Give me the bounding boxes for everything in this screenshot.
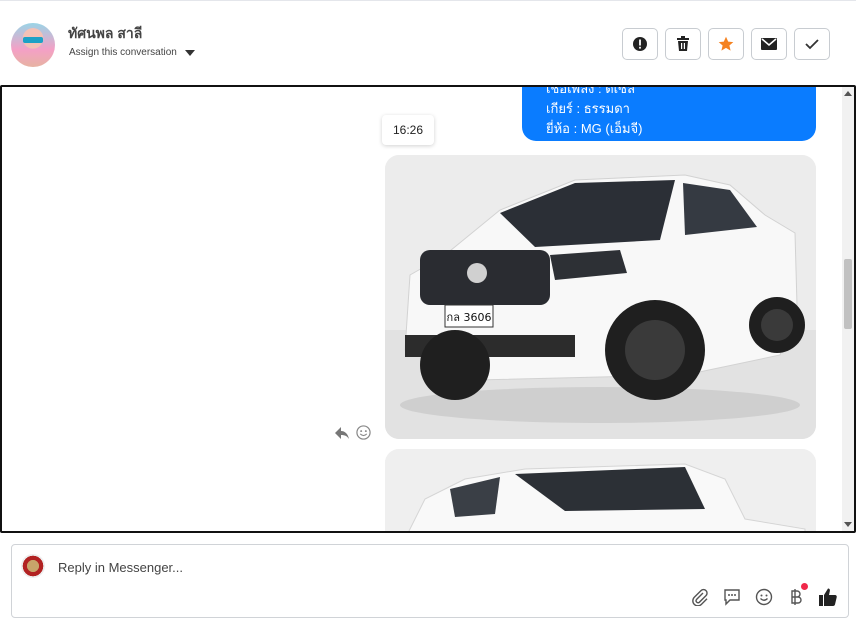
scroll-up-arrow-icon[interactable] — [844, 91, 852, 96]
done-button[interactable] — [794, 28, 830, 60]
mark-unread-button[interactable] — [751, 28, 787, 60]
pickup-truck-image: กล 3606 — [385, 155, 816, 439]
message-line: เชื้อเพลิง : ดีเซล — [546, 85, 635, 96]
contact-name[interactable]: ทัศนพล สาลี — [68, 23, 142, 45]
assign-conversation-dropdown[interactable]: Assign this conversation — [69, 47, 195, 58]
star-icon — [718, 36, 734, 51]
assign-label: Assign this conversation — [69, 47, 177, 58]
emoji-button[interactable] — [754, 587, 774, 607]
reply-input[interactable] — [56, 555, 660, 579]
saved-reply-icon — [724, 589, 740, 606]
thumbs-up-icon — [819, 588, 837, 606]
message-actions — [334, 425, 371, 440]
scroll-down-arrow-icon[interactable] — [844, 522, 852, 527]
car-photo-attachment[interactable] — [385, 449, 816, 531]
message-thread[interactable]: เชื้อเพลิง : ดีเซล เกียร์ : ธรรมดา ยี่ห้… — [0, 85, 856, 533]
notification-dot — [801, 583, 808, 590]
attach-button[interactable] — [690, 587, 710, 607]
caret-down-icon — [184, 49, 195, 56]
contact-avatar[interactable] — [11, 23, 55, 67]
outgoing-message-bubble[interactable]: เชื้อเพลิง : ดีเซล เกียร์ : ธรรมดา ยี่ห้… — [522, 85, 816, 141]
saved-replies-button[interactable] — [722, 587, 742, 607]
reply-icon[interactable] — [334, 426, 350, 440]
checkmark-icon — [805, 39, 819, 50]
message-timestamp: 16:26 — [382, 115, 434, 145]
conversation-header: ทัศนพล สาลี Assign this conversation — [0, 0, 856, 84]
thread-scrollbar[interactable] — [842, 87, 854, 531]
emoji-icon — [755, 588, 773, 606]
alert-icon — [633, 37, 647, 51]
paperclip-icon — [692, 588, 708, 606]
car-photo-attachment[interactable]: กล 3606 — [385, 155, 816, 439]
baht-icon — [791, 589, 802, 605]
star-button[interactable] — [708, 28, 744, 60]
message-line: ยี่ห้อ : MG (เอ็มจี) — [546, 121, 643, 136]
scrollbar-thumb[interactable] — [844, 259, 852, 329]
message-line: เกียร์ : ธรรมดา — [546, 101, 630, 116]
like-button[interactable] — [818, 587, 838, 607]
react-emoji-icon[interactable] — [356, 425, 371, 440]
envelope-icon — [761, 38, 777, 50]
spam-button[interactable] — [622, 28, 658, 60]
page-avatar — [21, 554, 45, 578]
payment-button[interactable] — [786, 583, 808, 607]
reply-composer — [11, 544, 849, 618]
license-plate-text: กล 3606 — [447, 311, 492, 324]
pickup-truck-image — [385, 449, 816, 531]
trash-icon — [677, 36, 689, 51]
delete-button[interactable] — [665, 28, 701, 60]
